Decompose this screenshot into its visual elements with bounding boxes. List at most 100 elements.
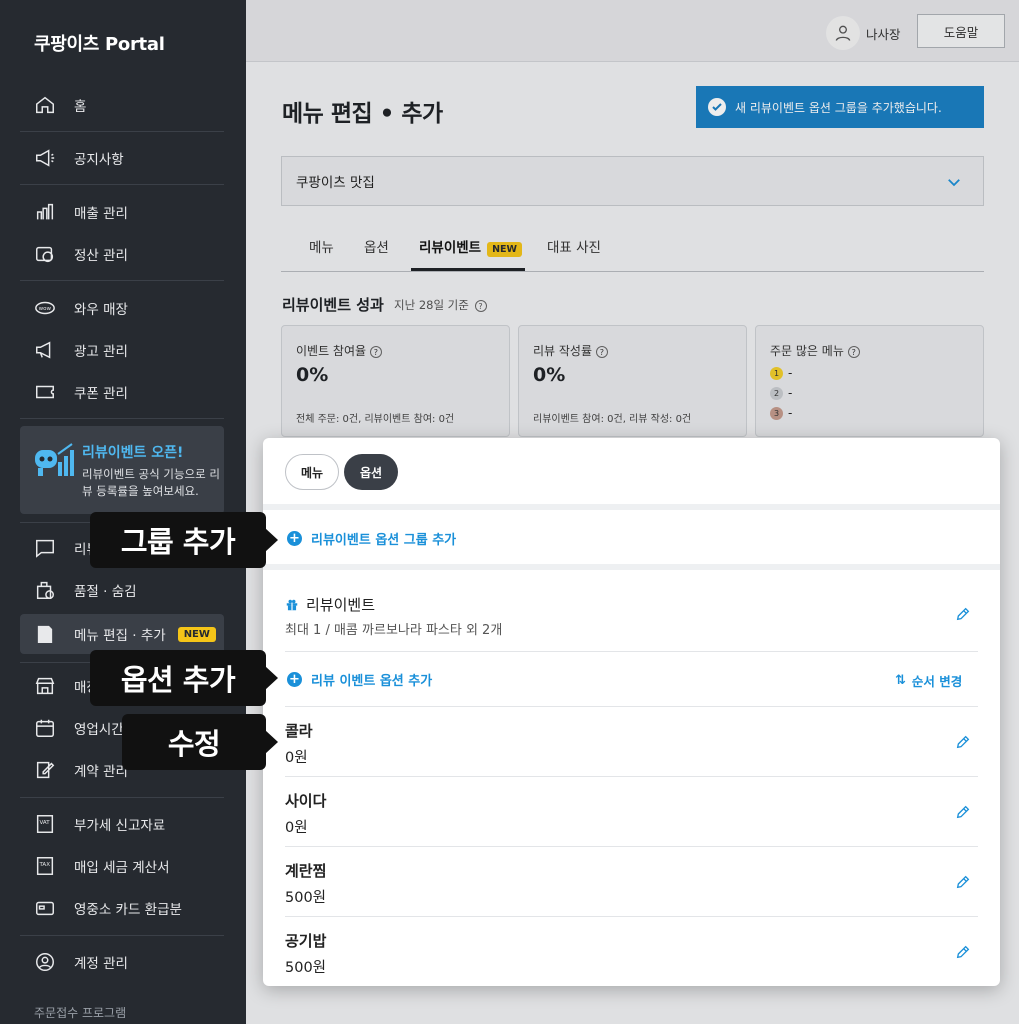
sort-button[interactable]: ⇅ 순서 변경 [895, 671, 962, 690]
sidebar-item-coupon[interactable]: 쿠폰 관리 [20, 372, 224, 412]
divider [20, 935, 224, 936]
sidebar-item-home[interactable]: 홈 [20, 85, 224, 125]
sidebar-item-sales[interactable]: 매출 관리 [20, 192, 224, 232]
megaphone-icon [34, 147, 56, 169]
callout-option-add: 옵션 추가 [90, 650, 278, 706]
plus-circle-icon: + [287, 672, 302, 687]
coupon-icon [34, 381, 56, 403]
divider [20, 418, 224, 419]
sort-label: 순서 변경 [911, 674, 963, 689]
sidebar-item-label: 매출 관리 [74, 206, 128, 222]
brand-logo[interactable]: 쿠팡이츠 Portal [34, 30, 165, 56]
divider [20, 280, 224, 281]
option-panel: 메뉴 옵션 + 리뷰이벤트 옵션 그룹 추가 리뷰이벤트 최대 1 / 매콤 까… [263, 438, 1000, 986]
row-divider [285, 916, 978, 917]
sidebar-item-card[interactable]: 영중소 카드 환급분 [20, 888, 224, 928]
sidebar-item-label: 광고 관리 [74, 344, 128, 360]
row-divider [285, 651, 978, 652]
sidebar-item-label: 홈 [74, 99, 87, 115]
divider [20, 131, 224, 132]
promo-desc: 리뷰이벤트 공식 기능으로 리뷰 등록률을 높여보세요. [82, 467, 220, 498]
promo-title: 리뷰이벤트 오픈! [82, 445, 184, 461]
review-event-promo[interactable]: 리뷰이벤트 오픈! 리뷰이벤트 공식 기능으로 리뷰 등록률을 높여보세요. [20, 426, 224, 514]
sidebar-item-vat[interactable]: VAT 부가세 신고자료 [20, 804, 224, 844]
section-band [263, 564, 1000, 570]
add-option-label: 리뷰 이벤트 옵션 추가 [311, 674, 433, 689]
soldout-icon [34, 579, 56, 601]
option-name: 계란찜 [285, 862, 327, 880]
pill-menu[interactable]: 메뉴 [285, 454, 339, 490]
option-price: 0원 [285, 820, 308, 836]
pencil-icon[interactable] [955, 606, 971, 622]
new-badge: NEW [177, 626, 216, 642]
card-icon [34, 897, 56, 919]
add-group-label: 리뷰이벤트 옵션 그룹 추가 [311, 533, 457, 548]
store-icon [34, 675, 56, 697]
option-price: 500원 [285, 960, 327, 976]
add-option-button[interactable]: + 리뷰 이벤트 옵션 추가 [287, 670, 432, 689]
svg-text:wow: wow [39, 306, 52, 312]
bar-chart-icon [34, 201, 56, 223]
sidebar-item-wow[interactable]: wow 와우 매장 [20, 288, 224, 328]
calendar-icon [34, 717, 56, 739]
svg-text:VAT: VAT [40, 820, 51, 826]
sidebar-item-label: 공지사항 [74, 152, 124, 168]
sidebar-item-label: 계정 관리 [74, 956, 128, 972]
sidebar-item-soldout[interactable]: 품절 · 숨김 [20, 570, 224, 610]
section-band [263, 504, 1000, 510]
pill-option[interactable]: 옵션 [344, 454, 398, 490]
group-name: 리뷰이벤트 [285, 594, 375, 615]
home-icon [34, 94, 56, 116]
tax-icon: TAX [34, 855, 56, 877]
option-name: 사이다 [285, 792, 327, 810]
option-name: 콜라 [285, 722, 313, 740]
sidebar-item-label: 영중소 카드 환급분 [74, 902, 182, 918]
sidebar-item-label: 정산 관리 [74, 248, 128, 264]
sort-arrows-icon: ⇅ [895, 673, 906, 688]
sidebar-footer[interactable]: 주문접수 프로그램 [34, 1004, 126, 1021]
option-price: 0원 [285, 750, 308, 766]
sidebar-item-label: 매입 세금 계산서 [74, 860, 170, 876]
review-icon [34, 537, 56, 559]
sidebar-item-label: 메뉴 편집 · 추가 [74, 628, 166, 644]
sidebar-item-label: 품절 · 숨김 [74, 584, 137, 600]
sidebar-item-account[interactable]: 계정 관리 [20, 942, 224, 982]
sidebar-item-settlement[interactable]: 정산 관리 [20, 234, 224, 274]
sidebar-item-ad[interactable]: 광고 관리 [20, 330, 224, 370]
row-divider [285, 846, 978, 847]
sidebar-item-menu-edit[interactable]: 메뉴 편집 · 추가 NEW [20, 614, 224, 654]
divider [20, 184, 224, 185]
ad-icon [34, 339, 56, 361]
sidebar-item-label: 쿠폰 관리 [74, 386, 128, 402]
group-desc: 최대 1 / 매콤 까르보나라 파스타 외 2개 [285, 623, 503, 638]
contract-icon [34, 759, 56, 781]
robot-chart-icon [35, 443, 74, 476]
row-divider [285, 776, 978, 777]
sidebar-item-tax[interactable]: TAX 매입 세금 계산서 [20, 846, 224, 886]
vat-icon: VAT [34, 813, 56, 835]
wow-icon: wow [34, 297, 56, 319]
callout-label: 수정 [167, 727, 221, 761]
sidebar-item-label: 영업시간 [74, 722, 124, 738]
sidebar-item-label: 부가세 신고자료 [74, 818, 166, 834]
callout-label: 옵션 추가 [120, 663, 236, 697]
pencil-icon[interactable] [955, 804, 971, 820]
settlement-icon [34, 243, 56, 265]
add-group-button[interactable]: + 리뷰이벤트 옵션 그룹 추가 [287, 529, 456, 548]
divider [20, 797, 224, 798]
sidebar-item-label: 와우 매장 [74, 302, 128, 318]
pencil-icon[interactable] [955, 734, 971, 750]
pencil-icon[interactable] [955, 944, 971, 960]
callout-edit: 수정 [122, 714, 278, 770]
option-name: 공기밥 [285, 932, 327, 950]
gift-icon [286, 599, 298, 610]
callout-label: 그룹 추가 [120, 525, 236, 559]
pencil-icon[interactable] [955, 874, 971, 890]
row-divider [285, 706, 978, 707]
sidebar-item-notice[interactable]: 공지사항 [20, 138, 224, 178]
option-price: 500원 [285, 890, 327, 906]
menu-book-icon [34, 623, 56, 645]
plus-circle-icon: + [287, 531, 302, 546]
callout-group-add: 그룹 추가 [90, 512, 278, 568]
svg-text:TAX: TAX [39, 862, 51, 868]
